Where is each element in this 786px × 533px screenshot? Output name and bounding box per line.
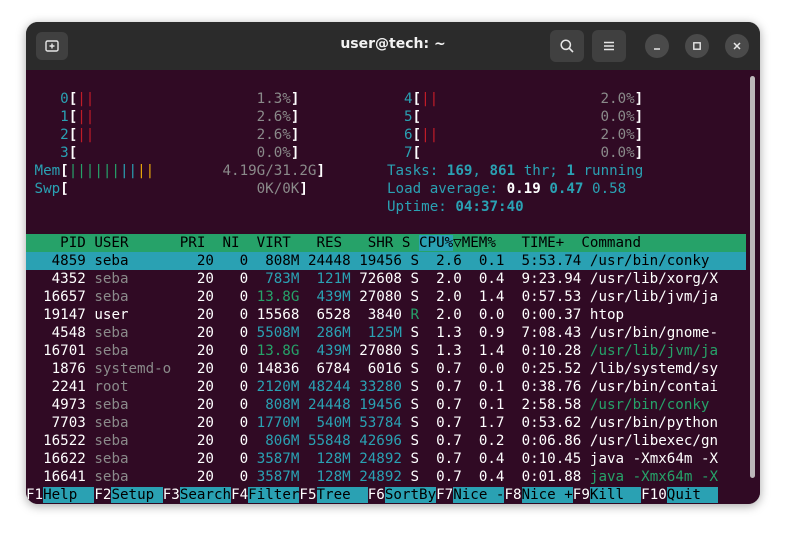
close-button[interactable] xyxy=(725,34,749,58)
close-icon xyxy=(733,42,741,50)
fkey-setup-label[interactable]: Setup xyxy=(111,487,155,503)
process-row[interactable]: 4352 seba 20 0 783M 121M 72608 S 2.0 0.4… xyxy=(26,270,718,288)
cpu-meter-3: 3[ 0.0%] xyxy=(60,145,300,161)
process-row[interactable]: 16522 seba 20 0 806M 55848 42696 S 0.7 0… xyxy=(26,432,718,450)
title-bar: user@tech: ~ xyxy=(26,22,760,71)
fkey-f8[interactable]: F8 xyxy=(504,487,521,503)
minimize-button[interactable] xyxy=(645,34,669,58)
col-pid[interactable]: PID xyxy=(60,235,86,251)
process-row[interactable]: 4548 seba 20 0 5508M 286M 125M S 1.3 0.9… xyxy=(26,324,718,342)
col-res[interactable]: RES xyxy=(316,235,342,251)
fkey-nice-minus-label[interactable]: Nice - xyxy=(453,487,505,503)
col-user[interactable]: USER xyxy=(94,235,128,251)
search-icon xyxy=(560,39,574,53)
fkey-f2[interactable]: F2 xyxy=(94,487,111,503)
process-row[interactable]: 7703 seba 20 0 1770M 540M 53784 S 0.7 1.… xyxy=(26,414,718,432)
fkey-f9[interactable]: F9 xyxy=(573,487,590,503)
cpu-meter-1: 1[|| 2.6%] xyxy=(60,109,300,125)
col-virt[interactable]: VIRT xyxy=(257,235,291,251)
process-row[interactable]: 16622 seba 20 0 3587M 128M 24892 S 0.7 0… xyxy=(26,450,718,468)
process-row[interactable]: 4973 seba 20 0 808M 24448 19456 S 0.7 0.… xyxy=(26,396,710,414)
fkey-f7[interactable]: F7 xyxy=(436,487,453,503)
load-average: Load average: 0.19 0.47 0.58 xyxy=(387,181,627,197)
fkey-help-label[interactable]: Help xyxy=(43,487,78,503)
minimize-icon xyxy=(654,48,660,50)
fkey-kill-label[interactable]: Kill xyxy=(589,487,625,503)
col-time[interactable]: TIME+ xyxy=(522,235,565,251)
fkey-f4[interactable]: F4 xyxy=(231,487,248,503)
fkey-f6[interactable]: F6 xyxy=(368,487,385,503)
process-row[interactable]: 16657 seba 20 0 13.8G 439M 27080 S 2.0 1… xyxy=(26,288,718,306)
maximize-icon xyxy=(693,42,701,50)
cpu-meter-6: 6[|| 2.0%] xyxy=(404,127,644,143)
cpu-meter-7: 7[ 0.0%] xyxy=(404,145,644,161)
maximize-button[interactable] xyxy=(685,34,709,58)
process-row-selected[interactable]: 4859 seba 20 0 808M 24448 19456 S 2.6 0.… xyxy=(26,252,746,270)
fkey-nice-plus-label[interactable]: Nice + xyxy=(521,487,573,503)
swap-meter: Swp[ 0K/0K] xyxy=(34,181,308,197)
process-table-header[interactable]: PID USER PRI NI VIRT RES SHR S CPU%▽MEM%… xyxy=(26,234,746,252)
cpu-meter-0: 0[|| 1.3%] xyxy=(60,91,300,107)
fkey-f3[interactable]: F3 xyxy=(163,487,180,503)
fkey-f1[interactable]: F1 xyxy=(26,487,43,503)
col-mem[interactable]: MEM% xyxy=(462,235,496,251)
process-row[interactable]: 16701 seba 20 0 13.8G 439M 27080 S 1.3 1… xyxy=(26,342,718,360)
cpu-meter-5: 5[ 0.0%] xyxy=(404,109,644,125)
fkey-f10[interactable]: F10 xyxy=(641,487,667,503)
process-row[interactable]: 2241 root 20 0 2120M 48244 33280 S 0.7 0… xyxy=(26,378,718,396)
uptime: Uptime: 04:37:40 xyxy=(387,199,524,215)
tasks-summary: Tasks: 169, 861 thr; 1 running xyxy=(387,163,644,179)
cpu-meter-4: 4[|| 2.0%] xyxy=(404,91,644,107)
hamburger-menu-icon xyxy=(604,41,614,51)
search-button[interactable] xyxy=(550,30,584,62)
col-cpu-sorted[interactable]: CPU% xyxy=(418,235,454,251)
fkey-sortby-label[interactable]: SortBy xyxy=(384,487,437,503)
col-command[interactable]: Command xyxy=(581,235,641,251)
terminal-scrollbar[interactable] xyxy=(750,76,755,478)
col-pri[interactable]: PRI xyxy=(180,235,206,251)
terminal-window: user@tech: ~ 0[|| 1.3%] 1[|| 2.6%] 2[|| xyxy=(26,22,760,504)
fkey-quit-label[interactable]: Quit xyxy=(666,487,701,503)
process-row[interactable]: 1876 systemd-o 20 0 14836 6784 6016 S 0.… xyxy=(26,360,718,378)
menu-button[interactable] xyxy=(592,30,626,62)
col-state[interactable]: S xyxy=(402,235,411,251)
cpu-meter-2: 2[|| 2.6%] xyxy=(60,127,300,143)
process-row[interactable]: 19147 user 20 0 15568 6528 3840 R 2.0 0.… xyxy=(26,306,624,324)
process-row[interactable]: 16641 seba 20 0 3587M 128M 24892 S 0.7 0… xyxy=(26,468,718,486)
fkey-filter-label[interactable]: Filter xyxy=(248,487,300,503)
fkey-f5[interactable]: F5 xyxy=(299,487,316,503)
fkey-tree-label[interactable]: Tree xyxy=(316,487,351,503)
col-shr[interactable]: SHR xyxy=(368,235,394,251)
function-key-bar: F1Help F2Setup F3SearchF4FilterF5Tree F6… xyxy=(26,486,719,504)
fkey-search-label[interactable]: Search xyxy=(179,487,232,503)
terminal-area[interactable]: 0[|| 1.3%] 1[|| 2.6%] 2[|| 2.6%] 3[ 0.0%… xyxy=(26,70,760,504)
mem-meter: Mem[|||||||||| 4.19G/31.2G] xyxy=(34,163,326,179)
sort-indicator-icon: ▽ xyxy=(453,235,462,251)
col-ni[interactable]: NI xyxy=(222,235,239,251)
